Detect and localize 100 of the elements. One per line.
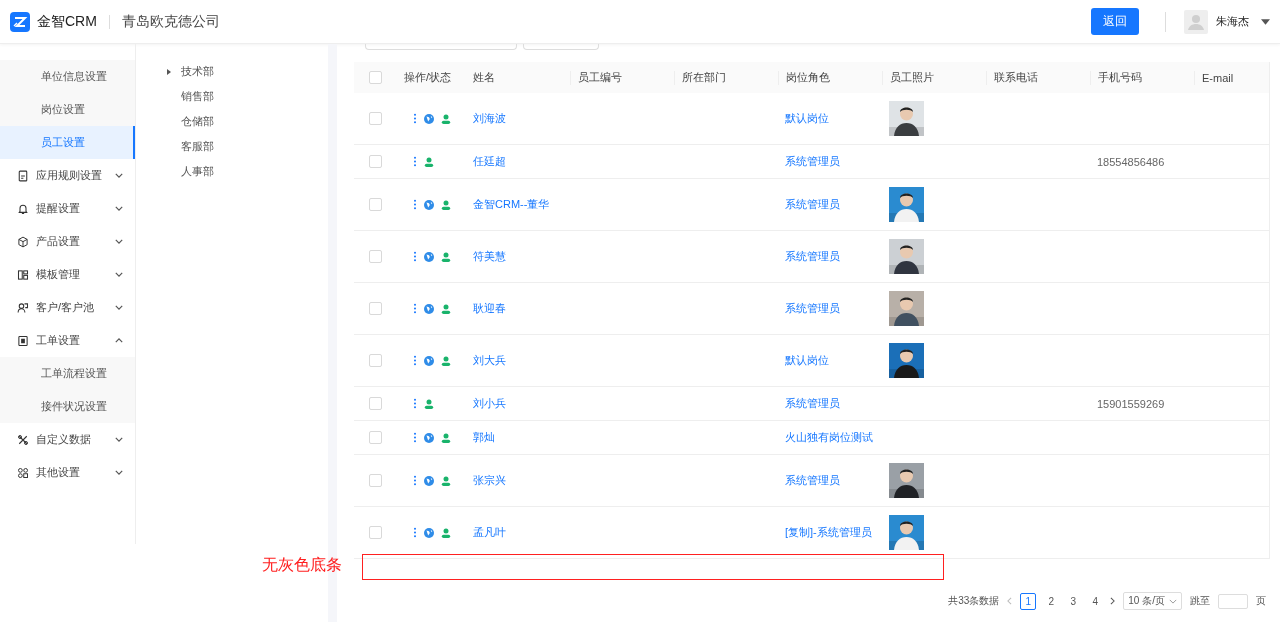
role-link[interactable]: 系统管理员: [785, 396, 840, 411]
annotation-text: 无灰色底条: [262, 555, 342, 575]
next-page-icon[interactable]: [1110, 597, 1116, 605]
role-link[interactable]: 系统管理员: [785, 301, 840, 316]
total-count: 共33条数据: [948, 594, 1000, 608]
role-link[interactable]: 系统管理员: [785, 473, 840, 488]
sidebar-item[interactable]: 员工设置: [0, 126, 135, 159]
phone-number: 18554856486: [1097, 155, 1165, 168]
sidebar-item[interactable]: 接件状况设置: [0, 390, 135, 423]
department-item[interactable]: 人事部: [180, 164, 214, 179]
sidebar-item[interactable]: 单位信息设置: [0, 60, 135, 93]
checkbox[interactable]: [369, 431, 382, 444]
employee-name[interactable]: 符美慧: [473, 249, 506, 264]
department-item[interactable]: 销售部: [180, 89, 214, 104]
column-header: 员工照片: [890, 70, 934, 85]
checkbox[interactable]: [369, 397, 382, 410]
role-link[interactable]: 默认岗位: [785, 353, 829, 368]
role-link[interactable]: 系统管理员: [785, 154, 840, 169]
role-link[interactable]: 系统管理员: [785, 249, 840, 264]
more-icon[interactable]: [413, 251, 417, 262]
page-button[interactable]: 2: [1044, 593, 1059, 609]
sidebar-group[interactable]: 产品设置: [0, 225, 135, 258]
employee-name[interactable]: 金智CRM--董华: [473, 197, 550, 212]
chevron-icon: [114, 272, 123, 277]
user-status-icon: [441, 432, 451, 443]
more-icon[interactable]: [413, 432, 417, 443]
more-icon[interactable]: [413, 355, 417, 366]
jump-label: 跳至: [1190, 594, 1210, 608]
employee-name[interactable]: 孟凡叶: [473, 525, 506, 540]
column-header: 员工编号: [578, 70, 622, 85]
chevron-icon: [114, 437, 123, 442]
column-header: 手机号码: [1098, 70, 1142, 85]
page-input[interactable]: [1218, 593, 1248, 609]
employee-name[interactable]: 耿迎春: [473, 301, 506, 316]
employee-name[interactable]: 任廷超: [473, 154, 506, 169]
sidebar-group[interactable]: 模板管理: [0, 258, 135, 291]
caret-icon[interactable]: [1261, 18, 1270, 25]
more-icon[interactable]: [413, 199, 417, 210]
more-icon[interactable]: [413, 475, 417, 486]
previous-page-icon[interactable]: [1007, 597, 1013, 605]
page-button[interactable]: 4: [1088, 593, 1103, 609]
role-link[interactable]: [复制]-系统管理员: [785, 525, 872, 540]
column-header: 姓名: [473, 70, 495, 85]
user-status-icon: [441, 527, 451, 538]
checkbox[interactable]: [369, 71, 382, 84]
user-status-icon: [441, 475, 451, 486]
filter-field[interactable]: [523, 44, 599, 50]
chevron-icon: [114, 173, 123, 178]
page-button[interactable]: 3: [1066, 593, 1081, 609]
brand-name: 金智CRM: [37, 12, 97, 31]
checkbox[interactable]: [369, 250, 382, 263]
column-header: E-mail: [1202, 71, 1234, 84]
employee-name[interactable]: 郭灿: [473, 430, 495, 445]
sidebar-group[interactable]: 提醒设置: [0, 192, 135, 225]
checkbox[interactable]: [369, 112, 382, 125]
avatar-icon[interactable]: [1184, 9, 1208, 34]
back-button[interactable]: 返回: [1091, 8, 1139, 35]
page-size-select[interactable]: 10 条/页: [1123, 592, 1182, 610]
sidebar-group[interactable]: 客户/客户池: [0, 291, 135, 324]
search-field[interactable]: [365, 44, 517, 50]
user-name[interactable]: 朱海杰: [1216, 14, 1249, 29]
menu-icon: [17, 433, 29, 446]
page-button[interactable]: 1: [1020, 592, 1037, 610]
chevron-icon: [114, 470, 123, 475]
checkbox[interactable]: [369, 198, 382, 211]
sidebar-item[interactable]: 岗位设置: [0, 93, 135, 126]
checkbox[interactable]: [369, 155, 382, 168]
sidebar-group[interactable]: 应用规则设置: [0, 159, 135, 192]
employee-name[interactable]: 张宗兴: [473, 473, 506, 488]
checkbox[interactable]: [369, 354, 382, 367]
employee-name[interactable]: 刘海波: [473, 111, 506, 126]
phone-number: 15901559269: [1097, 397, 1165, 410]
chevron-icon: [114, 338, 123, 343]
sidebar-group[interactable]: 其他设置: [0, 456, 135, 489]
checkbox[interactable]: [369, 302, 382, 315]
sidebar-group[interactable]: 自定义数据: [0, 423, 135, 456]
checkbox[interactable]: [369, 526, 382, 539]
more-icon[interactable]: [413, 303, 417, 314]
caret-icon[interactable]: [165, 68, 172, 75]
more-icon[interactable]: [413, 156, 417, 167]
role-link[interactable]: 火山独有岗位测试: [785, 430, 873, 445]
employee-name[interactable]: 刘大兵: [473, 353, 506, 368]
department-item[interactable]: 仓储部: [180, 114, 214, 129]
more-icon[interactable]: [413, 113, 417, 124]
more-icon[interactable]: [413, 398, 417, 409]
user-status-icon: [441, 199, 451, 210]
checkbox[interactable]: [369, 474, 382, 487]
employee-name[interactable]: 刘小兵: [473, 396, 506, 411]
chevron-icon: [114, 239, 123, 244]
department-item[interactable]: 技术部: [180, 64, 214, 79]
role-link[interactable]: 默认岗位: [785, 111, 829, 126]
role-link[interactable]: 系统管理员: [785, 197, 840, 212]
sidebar-group[interactable]: 工单设置: [0, 324, 135, 357]
more-icon[interactable]: [413, 527, 417, 538]
department-item[interactable]: 客服部: [180, 139, 214, 154]
user-status-icon: [424, 156, 434, 167]
menu-icon: [17, 202, 29, 215]
sidebar-item[interactable]: 工单流程设置: [0, 357, 135, 390]
user-status-icon: [441, 251, 451, 262]
user-status-icon: [441, 355, 451, 366]
